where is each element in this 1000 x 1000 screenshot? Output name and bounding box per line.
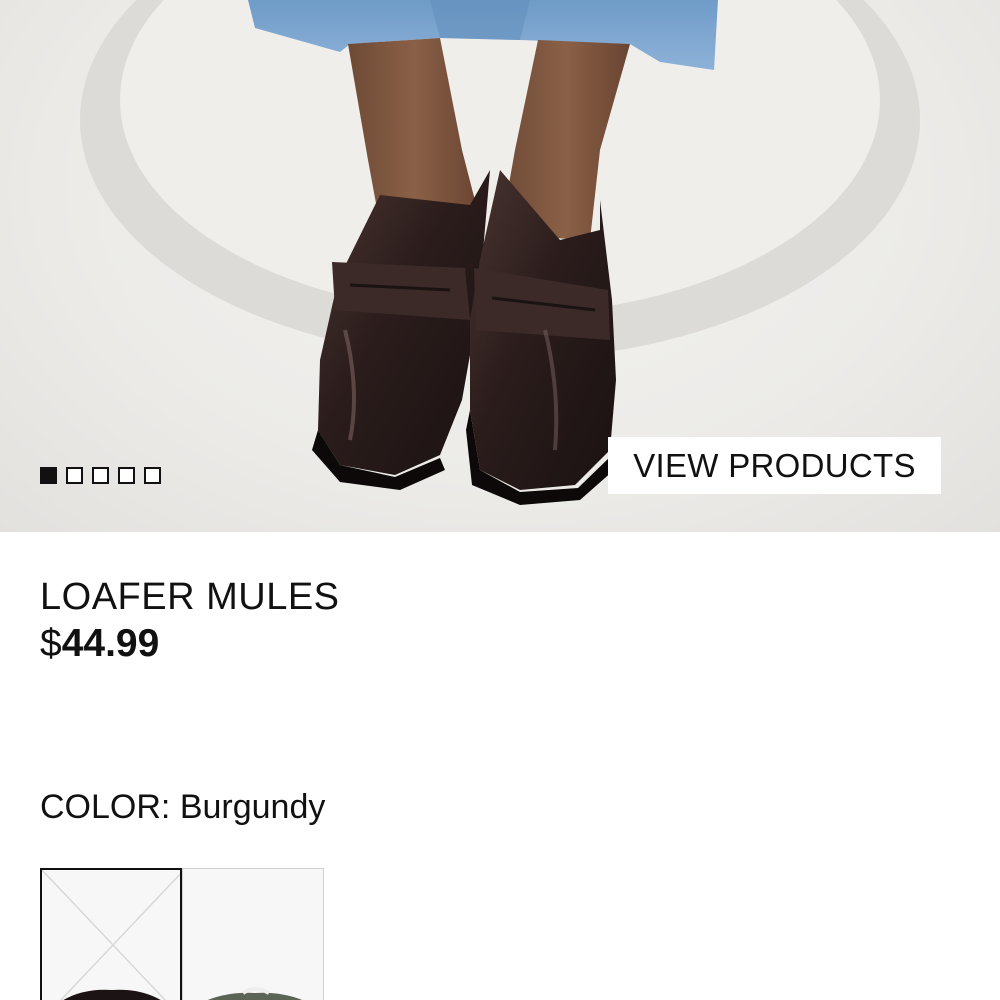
- carousel-dot[interactable]: [66, 467, 83, 484]
- swatch-green[interactable]: [182, 868, 324, 1000]
- carousel-dot[interactable]: [40, 467, 57, 484]
- color-value: Burgundy: [179, 788, 326, 826]
- color-label: COLOR:: [40, 788, 171, 826]
- swatch-green-image: [207, 987, 303, 1000]
- color-selection-label: COLOR: Burgundy: [40, 788, 325, 827]
- hero-image[interactable]: VIEW PRODUCTS: [0, 0, 1000, 532]
- carousel-dot[interactable]: [92, 467, 109, 484]
- carousel-indicators: [40, 467, 161, 484]
- view-products-button[interactable]: VIEW PRODUCTS: [608, 437, 941, 494]
- price-currency: $: [40, 622, 62, 665]
- carousel-dot[interactable]: [144, 467, 161, 484]
- product-page: VIEW PRODUCTS LOAFER MULES $44.99 COLOR:…: [0, 0, 1000, 1000]
- product-title: LOAFER MULES: [40, 576, 340, 618]
- price-value: 44.99: [61, 622, 160, 665]
- swatch-burgundy-image: [42, 870, 180, 1000]
- product-price: $44.99: [40, 622, 159, 666]
- color-swatches: [40, 868, 324, 1000]
- swatch-burgundy[interactable]: [40, 868, 182, 1000]
- carousel-dot[interactable]: [118, 467, 135, 484]
